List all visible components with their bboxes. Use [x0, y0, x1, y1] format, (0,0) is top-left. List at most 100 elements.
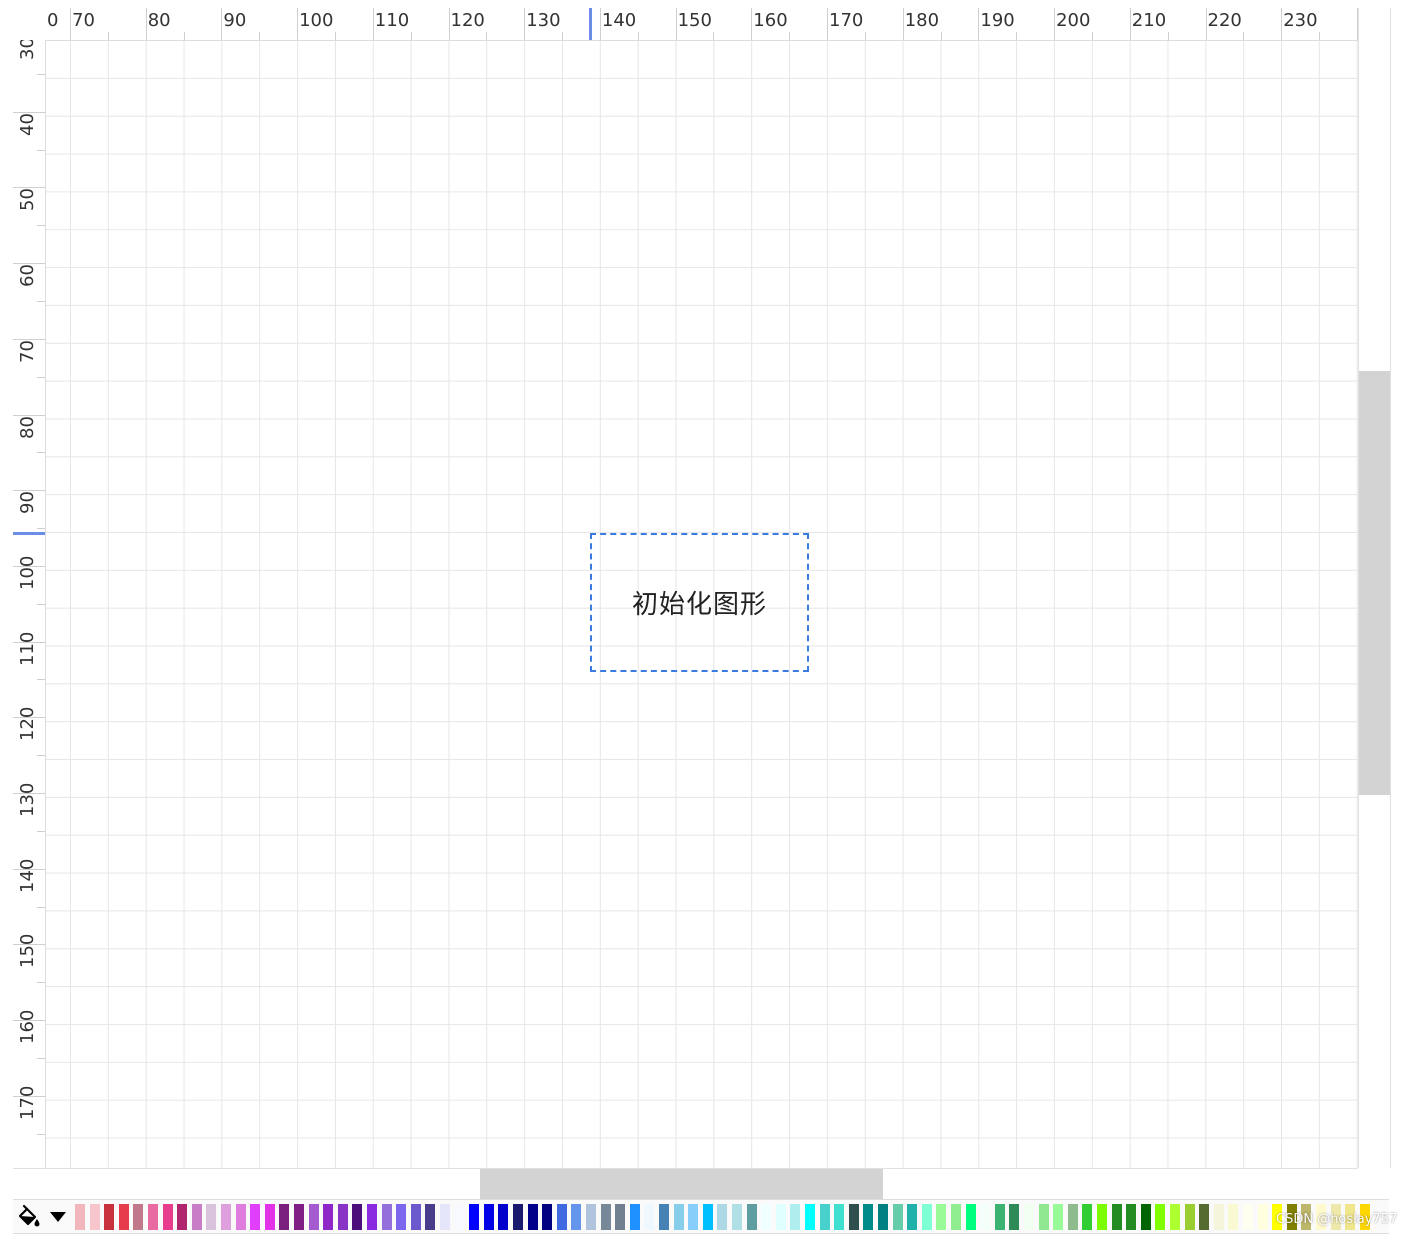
color-swatch[interactable]: [469, 1204, 480, 1230]
color-swatch[interactable]: [425, 1204, 436, 1230]
color-swatch[interactable]: [980, 1204, 991, 1230]
horizontal-scrollbar[interactable]: [13, 1168, 1358, 1200]
color-swatch[interactable]: [556, 1204, 567, 1230]
color-swatch[interactable]: [1038, 1204, 1049, 1230]
ruler-tick: [37, 300, 45, 302]
color-swatch[interactable]: [892, 1204, 903, 1230]
color-swatch[interactable]: [571, 1204, 582, 1230]
color-swatch[interactable]: [118, 1204, 129, 1230]
horizontal-scrollbar-thumb[interactable]: [480, 1169, 883, 1200]
color-swatch[interactable]: [1082, 1204, 1093, 1230]
color-swatch[interactable]: [1170, 1204, 1180, 1230]
color-swatch[interactable]: [75, 1204, 85, 1230]
color-swatch[interactable]: [1213, 1204, 1224, 1230]
color-swatch[interactable]: [615, 1204, 626, 1230]
color-swatch[interactable]: [279, 1204, 290, 1230]
rectangle-shape[interactable]: 初始化图形: [590, 533, 809, 672]
ruler-tick: [37, 149, 45, 151]
ruler-label-x: 0: [47, 10, 59, 31]
color-swatch[interactable]: [542, 1204, 553, 1230]
color-swatch[interactable]: [659, 1204, 669, 1230]
color-swatch[interactable]: [805, 1204, 815, 1230]
color-swatch[interactable]: [177, 1204, 188, 1230]
paint-bucket-icon[interactable]: [15, 1203, 43, 1231]
color-swatch[interactable]: [746, 1204, 757, 1230]
color-swatch[interactable]: [1140, 1204, 1151, 1230]
color-swatch[interactable]: [235, 1204, 246, 1230]
color-swatch[interactable]: [498, 1204, 509, 1230]
color-swatch[interactable]: [1067, 1204, 1078, 1230]
color-swatch[interactable]: [513, 1204, 523, 1230]
color-swatch[interactable]: [936, 1204, 947, 1230]
color-swatch[interactable]: [294, 1204, 304, 1230]
color-swatch[interactable]: [1257, 1204, 1268, 1230]
color-swatch[interactable]: [819, 1204, 830, 1230]
color-swatch[interactable]: [352, 1204, 363, 1230]
color-swatch[interactable]: [629, 1204, 640, 1230]
color-swatch[interactable]: [483, 1204, 494, 1230]
ruler-tick: [1205, 8, 1207, 40]
color-swatch[interactable]: [878, 1204, 888, 1230]
color-swatch[interactable]: [790, 1204, 801, 1230]
shape-label[interactable]: 初始化图形: [632, 584, 767, 621]
color-swatch[interactable]: [1155, 1204, 1166, 1230]
ruler-label-x: 210: [1131, 10, 1167, 31]
color-swatch[interactable]: [440, 1204, 450, 1230]
color-swatch[interactable]: [104, 1204, 115, 1230]
color-swatch[interactable]: [586, 1204, 596, 1230]
color-swatch[interactable]: [863, 1204, 874, 1230]
color-swatch[interactable]: [527, 1204, 538, 1230]
color-swatch[interactable]: [191, 1204, 202, 1230]
ruler-tick: [599, 8, 601, 40]
color-swatch[interactable]: [1111, 1204, 1122, 1230]
color-swatch[interactable]: [250, 1204, 261, 1230]
color-swatch[interactable]: [337, 1204, 348, 1230]
color-swatch[interactable]: [1243, 1204, 1253, 1230]
color-swatch[interactable]: [775, 1204, 786, 1230]
color-swatch[interactable]: [644, 1204, 655, 1230]
vertical-scrollbar-thumb[interactable]: [1359, 371, 1390, 795]
ruler-tick: [37, 755, 45, 757]
color-swatch[interactable]: [133, 1204, 144, 1230]
color-swatch[interactable]: [367, 1204, 377, 1230]
color-swatch[interactable]: [1053, 1204, 1064, 1230]
ruler-label-y: 50: [17, 188, 38, 212]
color-swatch[interactable]: [454, 1204, 465, 1230]
color-swatch[interactable]: [410, 1204, 421, 1230]
color-swatch[interactable]: [162, 1204, 173, 1230]
color-swatch[interactable]: [688, 1204, 699, 1230]
color-swatch[interactable]: [848, 1204, 859, 1230]
caret-down-icon[interactable]: [47, 1203, 69, 1231]
color-swatch[interactable]: [1009, 1204, 1020, 1230]
color-swatch[interactable]: [994, 1204, 1005, 1230]
color-swatch[interactable]: [396, 1204, 407, 1230]
color-swatch[interactable]: [732, 1204, 742, 1230]
color-swatch[interactable]: [965, 1204, 976, 1230]
ruler-tick: [713, 32, 715, 40]
color-swatch[interactable]: [89, 1204, 100, 1230]
color-swatch[interactable]: [221, 1204, 231, 1230]
color-swatch[interactable]: [206, 1204, 217, 1230]
color-swatch[interactable]: [673, 1204, 684, 1230]
color-swatch[interactable]: [308, 1204, 319, 1230]
vertical-scrollbar[interactable]: [1358, 8, 1391, 1168]
color-swatch[interactable]: [148, 1204, 158, 1230]
color-swatch[interactable]: [717, 1204, 728, 1230]
color-swatch[interactable]: [1184, 1204, 1195, 1230]
color-swatch[interactable]: [907, 1204, 918, 1230]
color-swatch[interactable]: [1126, 1204, 1137, 1230]
color-swatch[interactable]: [702, 1204, 713, 1230]
color-swatch[interactable]: [951, 1204, 961, 1230]
color-swatch[interactable]: [381, 1204, 392, 1230]
ruler-label-y: 30: [17, 40, 38, 60]
color-swatch[interactable]: [761, 1204, 772, 1230]
color-swatch[interactable]: [921, 1204, 932, 1230]
color-swatch[interactable]: [323, 1204, 334, 1230]
color-swatch[interactable]: [1199, 1204, 1210, 1230]
color-swatch[interactable]: [834, 1204, 845, 1230]
color-swatch[interactable]: [1228, 1204, 1239, 1230]
color-swatch[interactable]: [264, 1204, 275, 1230]
color-swatch[interactable]: [1024, 1204, 1034, 1230]
color-swatch[interactable]: [1097, 1204, 1107, 1230]
color-swatch[interactable]: [600, 1204, 611, 1230]
